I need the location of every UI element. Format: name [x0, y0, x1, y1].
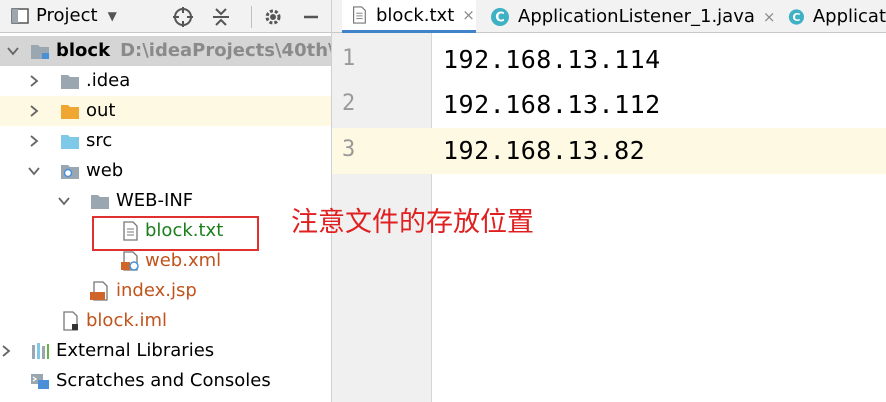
svg-text:C: C [495, 10, 505, 25]
xml-file-icon [121, 251, 139, 271]
module-folder-icon [31, 45, 49, 59]
jsp-file-icon [90, 281, 108, 301]
line-text[interactable]: 192.168.13.82 [443, 136, 645, 165]
tree-item-label: index.jsp [116, 280, 197, 301]
tab-application-truncated[interactable]: C Applicat [788, 0, 886, 33]
tree-item-block-iml[interactable]: block.iml [0, 306, 331, 336]
tree-item-scratches[interactable]: Scratches and Consoles [0, 366, 331, 396]
chevron-right-icon[interactable] [0, 345, 12, 357]
tree-item-web-inf[interactable]: WEB-INF [0, 186, 331, 216]
chevron-right-icon[interactable] [28, 105, 40, 117]
line-text[interactable]: 192.168.13.112 [443, 90, 661, 119]
header-separator [251, 6, 252, 28]
tree-item-label: WEB-INF [116, 190, 194, 211]
folder-icon [91, 195, 109, 209]
root-name: block [56, 40, 111, 61]
minimize-icon[interactable] [300, 6, 322, 28]
web-folder-icon [61, 165, 79, 179]
tree-item-label: block D:\ideaProjects\40th\block [56, 40, 331, 61]
library-icon [32, 343, 49, 359]
iml-file-icon [63, 311, 78, 331]
tree-item-block-root[interactable]: block D:\ideaProjects\40th\block [0, 36, 331, 66]
tree-item-label: block.iml [86, 310, 168, 331]
tree-item-index-jsp[interactable]: index.jsp [0, 276, 331, 306]
tree-item-src[interactable]: src [0, 126, 331, 156]
tree-item-label: .idea [86, 70, 131, 91]
java-class-icon: C [491, 7, 509, 26]
line-text[interactable]: 192.168.13.114 [443, 45, 661, 74]
chevron-down-icon[interactable] [28, 165, 40, 177]
line-number: 2 [342, 91, 356, 116]
chevron-down-icon[interactable] [7, 45, 19, 57]
editor-line[interactable]: 1 192.168.13.114 [332, 37, 886, 83]
tree-item-label: External Libraries [56, 340, 215, 361]
gear-icon[interactable] [262, 6, 284, 28]
chevron-down-icon[interactable] [58, 195, 70, 207]
tree-item-label: src [86, 130, 113, 151]
tree-item-label: Scratches and Consoles [56, 370, 271, 391]
project-view-title: Project [36, 5, 98, 26]
scratches-icon [31, 374, 49, 389]
close-icon[interactable]: × [763, 8, 776, 26]
tab-application-listener[interactable]: C ApplicationListener_1.java × [490, 0, 780, 33]
editor-line[interactable]: 2 192.168.13.112 [332, 82, 886, 128]
project-view-selector[interactable]: Project ▼ [10, 5, 117, 26]
text-file-icon [353, 6, 366, 24]
editor-tab-bar: block.txt × C ApplicationListener_1.java… [332, 0, 886, 33]
crosshair-icon[interactable] [172, 6, 194, 28]
root-path: D:\ideaProjects\40th\block [120, 40, 331, 61]
java-class-icon: C [788, 8, 805, 25]
tab-label: block.txt [376, 4, 455, 26]
line-number: 3 [342, 137, 356, 162]
tab-label: ApplicationListener_1.java [518, 6, 755, 27]
annotation-text: 注意文件的存放位置 [291, 207, 534, 238]
project-panel: Project ▼ block D:\ideaProjects\40th .id… [0, 0, 332, 402]
svg-text:C: C [792, 10, 800, 23]
tree-item-label: web.xml [145, 250, 222, 271]
tree-item-label: web [86, 160, 124, 181]
source-folder-icon [61, 135, 79, 149]
close-icon[interactable]: × [462, 6, 475, 24]
highlight-box [92, 216, 259, 251]
tab-label: Applicat [812, 6, 886, 27]
chevron-down-icon[interactable]: ▼ [108, 9, 117, 23]
editor-line-current[interactable]: 3 192.168.13.82 [332, 128, 886, 174]
chevron-right-icon[interactable] [28, 135, 40, 147]
chevron-right-icon[interactable] [28, 75, 40, 87]
tree-item-out[interactable]: out [0, 96, 331, 126]
folder-icon [61, 75, 79, 89]
project-panel-header: Project ▼ [0, 0, 331, 33]
tree-item-external-libraries[interactable]: External Libraries [0, 336, 331, 366]
tree-item-idea[interactable]: .idea [0, 66, 331, 96]
tree-item-web[interactable]: web [0, 156, 331, 186]
project-icon [11, 7, 29, 24]
collapse-icon[interactable] [210, 6, 232, 28]
line-number: 1 [342, 46, 356, 71]
tab-block-txt[interactable]: block.txt × [342, 0, 476, 33]
excluded-folder-icon [61, 105, 79, 119]
tree-item-label: out [86, 100, 116, 121]
